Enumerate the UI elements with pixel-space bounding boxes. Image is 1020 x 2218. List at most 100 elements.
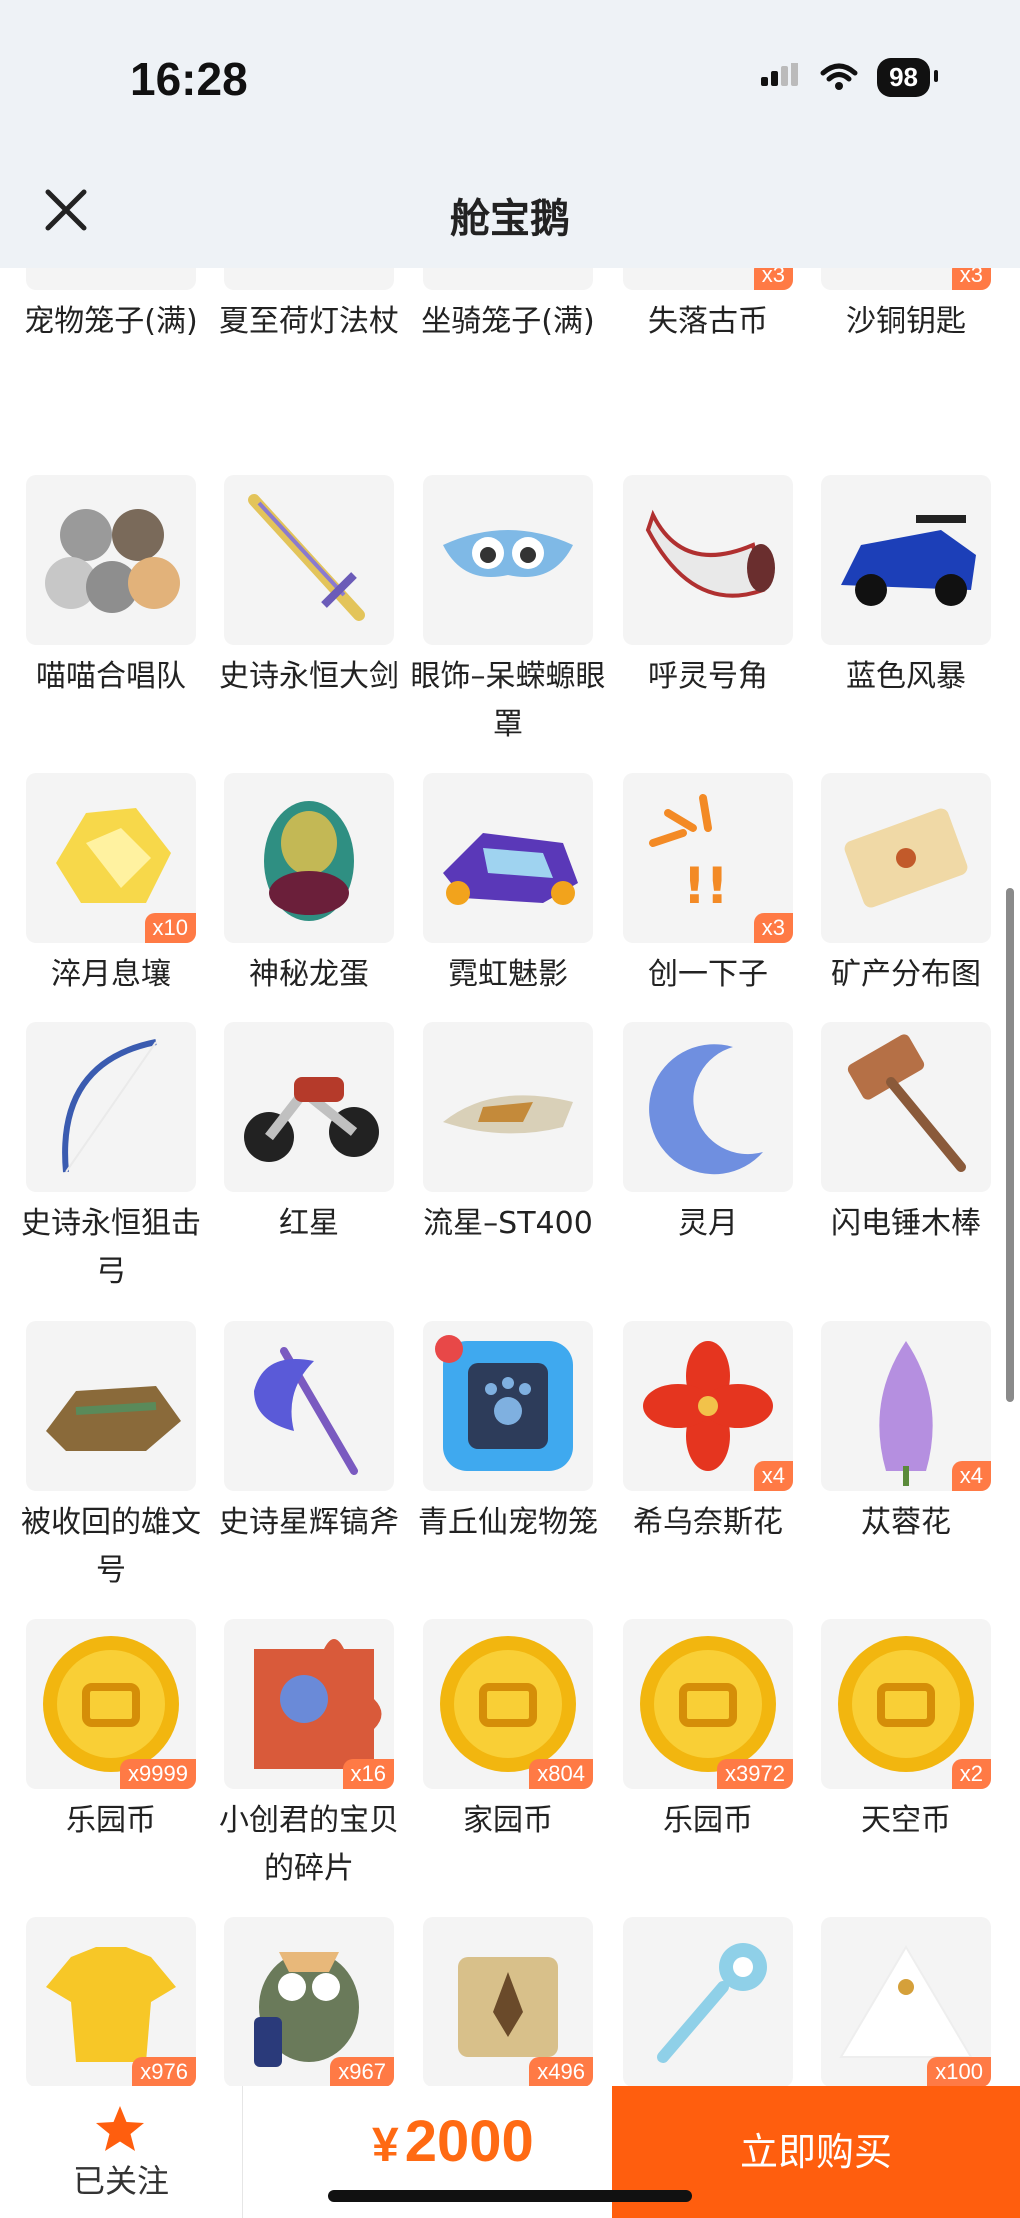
item-thumbnail [821, 773, 991, 943]
item-name: 乐园币 [66, 1803, 156, 1838]
item-name: 沙铜钥匙 [846, 304, 966, 339]
quantity-badge: x10 [144, 913, 196, 943]
item-thumbnail: x3 [623, 268, 793, 290]
item-thumbnail [623, 475, 793, 645]
quantity-badge: x100 [927, 2057, 991, 2086]
item-thumbnail [26, 475, 196, 645]
item-thumbnail: x804 [423, 1619, 593, 1789]
item-name: 宠物笼子(满) [24, 304, 198, 339]
item-thumbnail [224, 1321, 394, 1491]
follow-label: 已关注 [72, 2162, 169, 2200]
item-name: 神秘龙蛋 [249, 957, 369, 992]
item-thumbnail [423, 1022, 593, 1192]
cage-icon [423, 268, 593, 290]
page-title: 舱宝鹅 [450, 196, 570, 242]
scroll-map-icon [844, 808, 968, 908]
item-thumbnail [623, 1022, 793, 1192]
item-name: 创一下子 [648, 957, 768, 992]
horn-icon [645, 509, 775, 598]
quantity-badge: x3 [753, 268, 793, 290]
axe-icon [254, 1347, 358, 1475]
item-name: 苁蓉花 [861, 1505, 951, 1540]
item-name: 坐骑笼子(满) [421, 304, 595, 339]
item-thumbnail [821, 475, 991, 645]
follow-button[interactable]: 已关注 [0, 2086, 243, 2218]
item-thumbnail [423, 1321, 593, 1491]
item-name: 被收回的雄文号 [21, 1505, 201, 1588]
item-name: 红星 [279, 1206, 339, 1241]
star-icon [96, 2106, 144, 2151]
item-name: 史诗星辉镐斧 [219, 1505, 399, 1540]
dragon-egg-icon [264, 801, 354, 921]
currency-symbol: ¥ [372, 2119, 399, 2172]
item-list[interactable]: 宠物笼子(满) 夏至荷灯法杖 坐骑笼子(满) x3 失落古币 x3 沙铜钥匙 喵喵合唱队 史诗永… [0, 268, 1020, 2086]
quantity-badge: x967 [330, 2057, 394, 2086]
item-name: 史诗永恒大剑 [219, 659, 399, 694]
item-name: 霓虹魅影 [448, 957, 568, 992]
quantity-badge: x3 [753, 913, 793, 943]
silver-key-icon [657, 1943, 767, 2063]
home-indicator[interactable] [328, 2190, 692, 2202]
item-name: 失落古币 [648, 304, 768, 339]
item-name: 淬月息壤 [51, 957, 171, 992]
item-thumbnail [224, 268, 394, 290]
item-name: 青丘仙宠物笼 [418, 1505, 598, 1540]
item-thumbnail [224, 1022, 394, 1192]
item-thumbnail [26, 1321, 196, 1491]
hover-car-icon [443, 833, 578, 905]
pet-cage-icon [435, 1335, 573, 1471]
item-name: 眼饰–呆蝾螈眼罩 [410, 659, 606, 742]
item-name: 矿产分布图 [831, 957, 981, 992]
battery-indicator: 98 [877, 58, 938, 97]
item-thumbnail [423, 475, 593, 645]
hammer-icon [847, 1034, 966, 1172]
item-thumbnail: x16 [224, 1619, 394, 1789]
scrollbar[interactable] [1006, 888, 1014, 1402]
item-thumbnail: x967 [224, 1917, 394, 2086]
item-name: 闪电锤木棒 [831, 1206, 981, 1241]
item-thumbnail: x976 [26, 1917, 196, 2086]
quantity-badge: x804 [529, 1759, 593, 1789]
signal-icon [761, 62, 799, 86]
wreck-ship-icon [46, 1386, 181, 1451]
crescent-icon [649, 1044, 763, 1175]
item-name: 呼灵号角 [648, 659, 768, 694]
item-name: 喵喵合唱队 [36, 659, 186, 694]
item-thumbnail [623, 1917, 793, 2086]
jet-icon [443, 1095, 573, 1134]
item-name: 希乌奈斯花 [633, 1505, 783, 1540]
quantity-badge: x4 [753, 1461, 793, 1491]
sword-icon [248, 494, 365, 621]
bow-icon [62, 1039, 157, 1173]
quantity-badge: x496 [529, 2057, 593, 2086]
status-time: 16:28 [130, 53, 248, 105]
cage-icon [26, 268, 196, 290]
cats-icon [45, 509, 180, 613]
quantity-badge: x2 [951, 1759, 991, 1789]
quantity-badge: x976 [132, 2057, 196, 2086]
top-bar: 16:28 98 舱宝鹅 [0, 0, 1020, 268]
item-thumbnail: x4 [821, 1321, 991, 1491]
quantity-badge: x9999 [120, 1759, 196, 1789]
item-name: 蓝色风暴 [846, 659, 966, 694]
price: ¥2000 [372, 2108, 534, 2175]
quantity-badge: x3972 [717, 1759, 793, 1789]
quantity-badge: x4 [951, 1461, 991, 1491]
item-thumbnail [26, 1022, 196, 1192]
status-icons: 98 [761, 58, 938, 97]
price-value: 2000 [404, 2109, 534, 2174]
item-thumbnail [821, 1022, 991, 1192]
item-thumbnail: x9999 [26, 1619, 196, 1789]
item-thumbnail: x10 [26, 773, 196, 943]
item-name: 史诗永恒狙击弓 [21, 1206, 201, 1289]
item-thumbnail: x100 [821, 1917, 991, 2086]
item-thumbnail: x2 [821, 1619, 991, 1789]
item-thumbnail: x3972 [623, 1619, 793, 1789]
item-name: 家园币 [463, 1803, 553, 1838]
item-name: 乐园币 [663, 1803, 753, 1838]
item-thumbnail: !! x3 [623, 773, 793, 943]
wifi-icon [820, 63, 858, 90]
car-icon [841, 515, 976, 606]
svg-text:!!: !! [683, 857, 729, 915]
item-name: 天空币 [861, 1803, 951, 1838]
